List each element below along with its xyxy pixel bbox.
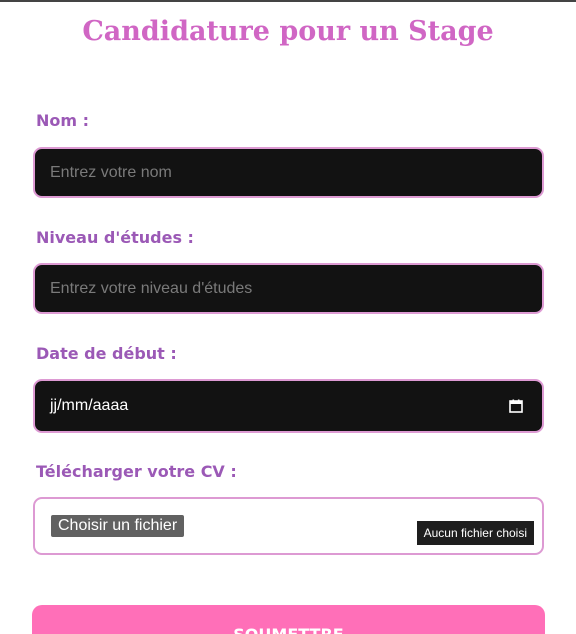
name-input[interactable] <box>33 147 544 198</box>
page-title: Candidature pour un Stage <box>82 16 494 47</box>
name-label: Nom : <box>36 111 90 130</box>
calendar-icon[interactable] <box>509 399 523 413</box>
submit-button[interactable]: SOUMETTRE <box>32 605 545 634</box>
education-label: Niveau d'études : <box>36 228 194 247</box>
file-status-text: Aucun fichier choisi <box>416 521 534 545</box>
application-page: Candidature pour un Stage Nom : Niveau d… <box>0 0 576 634</box>
cv-file-input[interactable]: Choisir un fichier Aucun fichier choisi <box>33 497 544 555</box>
start-date-label: Date de début : <box>36 344 177 363</box>
education-input[interactable] <box>33 263 544 314</box>
start-date-input[interactable]: jj/mm/aaaa <box>33 379 544 433</box>
cv-label: Télécharger votre CV : <box>36 462 237 481</box>
start-date-value: jj/mm/aaaa <box>50 397 129 414</box>
choose-file-button[interactable]: Choisir un fichier <box>51 515 185 537</box>
